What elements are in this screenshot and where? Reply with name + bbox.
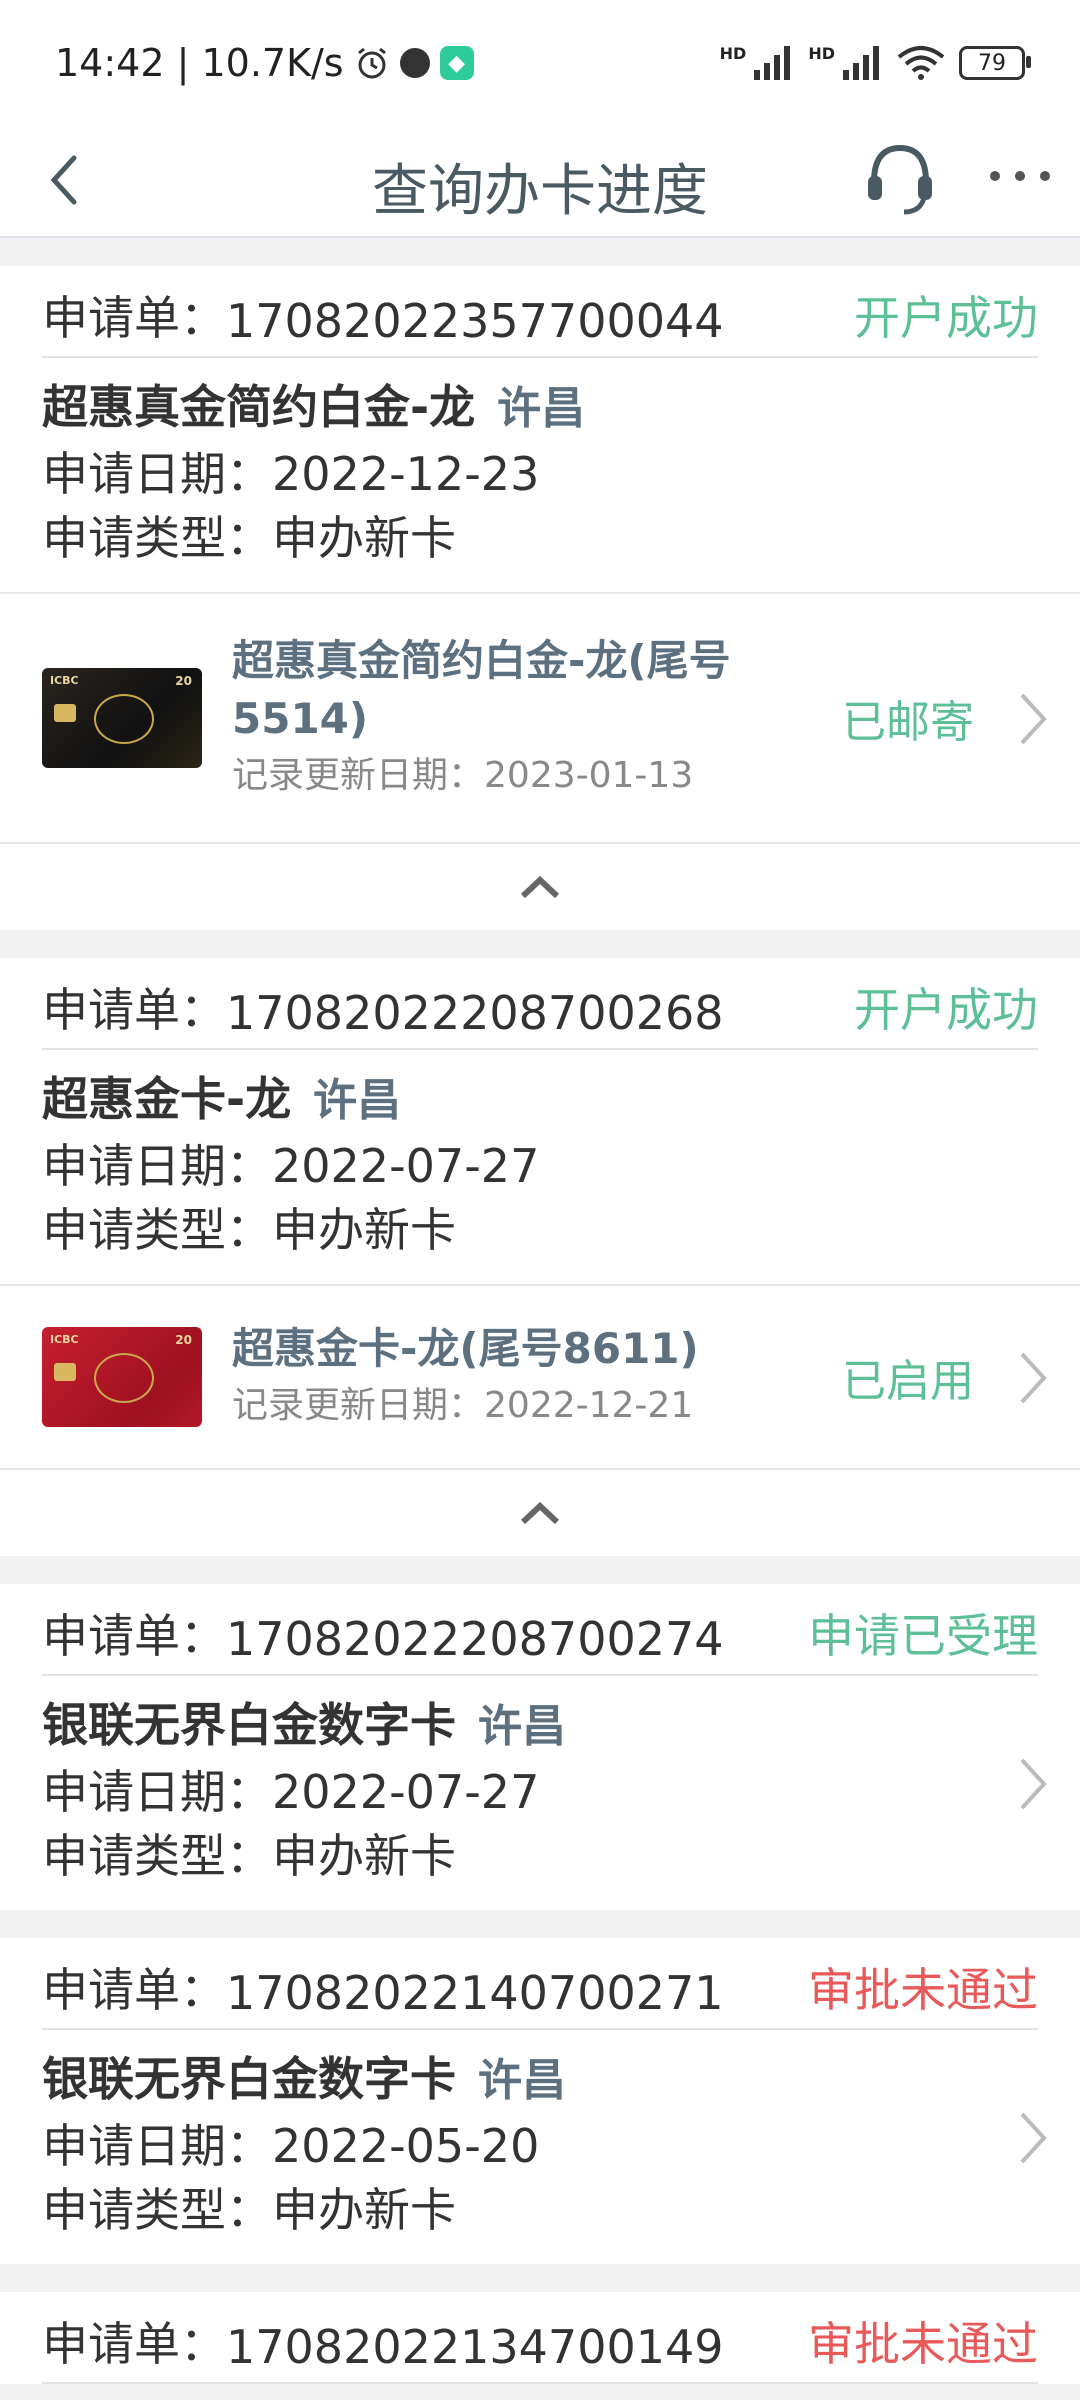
order-status: 开户成功 [854,983,1038,1037]
record-date: 2023-01-13 [484,755,694,796]
hd-label-2: HD [808,43,835,63]
order-label: 申请单： [42,2317,226,2371]
card-status: 已启用 [842,1356,974,1407]
order-number: 17082022357700044 [226,294,724,348]
date-label: 申请日期： [42,447,272,501]
date-label: 申请日期： [42,2119,272,2173]
wifi-icon [897,46,945,80]
collapse-toggle[interactable] [0,1468,1080,1556]
dot-icon [399,48,430,78]
card-title: 超惠金卡-龙(尾号8611) [232,1324,699,1373]
application-item: 申请单： 17082022208700268 开户成功 超惠金卡-龙 许昌 申请日… [0,958,1080,1556]
card-detail-row[interactable]: ICBC 20 超惠金卡-龙(尾号8611) 记录更新日期：2022-12-21 … [0,1284,1080,1468]
nav-bar: 查询办卡进度 [0,126,1080,238]
apply-date: 2022-05-20 [272,2119,540,2173]
type-label: 申请类型： [42,1203,272,1257]
card-image: ICBC 20 [42,668,202,768]
application-item[interactable]: 申请单： 17082022140700271 审批未通过 银联无界白金数字卡 许昌… [0,1938,1080,2264]
support-headset-icon[interactable] [858,136,942,220]
application-info: 超惠真金简约白金-龙 许昌 申请日期：2022-12-23 申请类型：申办新卡 [0,358,1080,592]
order-status: 审批未通过 [808,1963,1038,2017]
city: 许昌 [478,2055,566,2106]
application-item[interactable]: 申请单： 17082022134700149 审批未通过 [0,2292,1080,2384]
battery-icon: 79 [959,46,1031,80]
hd-label: HD [719,43,747,63]
order-status: 申请已受理 [808,1609,1038,1663]
date-label: 申请日期： [42,1139,272,1193]
apply-date: 2022-07-27 [272,1765,540,1819]
apply-type: 申办新卡 [272,2183,456,2237]
chevron-right-icon [1020,693,1047,745]
card-image: ICBC 20 [42,1327,202,1427]
application-item: 申请单： 17082022357700044 开户成功 超惠真金简约白金-龙 许昌… [0,266,1080,930]
apply-type: 申办新卡 [272,1203,456,1257]
order-label: 申请单： [42,291,226,345]
city: 许昌 [313,1075,402,1126]
city: 许昌 [478,1701,566,1752]
collapse-toggle[interactable] [0,842,1080,930]
card-name: 银联无界白金数字卡 [42,2052,456,2106]
order-label: 申请单： [42,983,226,1037]
battery-level: 79 [978,50,1006,76]
shield-icon: ◆ [439,46,474,80]
order-row: 申请单： 17082022208700274 申请已受理 [42,1584,1038,1676]
apply-type: 申办新卡 [272,1829,456,1883]
chevron-right-icon [1020,2112,1047,2164]
more-icon[interactable] [990,166,1050,186]
order-row: 申请单： 17082022140700271 审批未通过 [42,1938,1038,2030]
order-label: 申请单： [42,1963,226,2017]
order-status: 开户成功 [854,291,1038,345]
card-title: 超惠真金简约白金-龙(尾号5514) [232,636,731,743]
apply-date: 2022-07-27 [272,1139,540,1193]
type-label: 申请类型： [42,511,272,565]
city: 许昌 [497,383,586,434]
application-item[interactable]: 申请单： 17082022208700274 申请已受理 银联无界白金数字卡 许昌… [0,1584,1080,1910]
card-name: 超惠金卡-龙 [42,1072,292,1126]
type-label: 申请类型： [42,2183,272,2237]
signal-icon-2 [843,46,879,80]
card-name: 银联无界白金数字卡 [42,1698,456,1752]
order-number: 17082022208700274 [226,1612,724,1666]
card-status: 已邮寄 [842,697,974,748]
order-label: 申请单： [42,1609,226,1663]
application-list: 申请单： 17082022357700044 开户成功 超惠真金简约白金-龙 许昌… [0,238,1080,2384]
alarm-icon [357,47,386,79]
record-date-label: 记录更新日期： [232,1385,485,1426]
application-info: 银联无界白金数字卡 许昌 申请日期：2022-07-27 申请类型：申办新卡 [0,1676,1080,1910]
card-name: 超惠真金简约白金-龙 [42,380,476,434]
chevron-right-icon [1020,1758,1047,1810]
order-number: 17082022134700149 [226,2320,724,2374]
date-label: 申请日期： [42,1765,272,1819]
type-label: 申请类型： [42,1829,272,1883]
apply-type: 申办新卡 [272,511,456,565]
signal-icon [754,46,791,80]
order-row: 申请单： 17082022208700268 开户成功 [42,958,1038,1050]
chevron-up-icon [520,875,560,899]
record-date-label: 记录更新日期： [232,755,485,796]
order-status: 审批未通过 [808,2317,1038,2371]
apply-date: 2022-12-23 [272,447,540,501]
application-info: 银联无界白金数字卡 许昌 申请日期：2022-05-20 申请类型：申办新卡 [0,2030,1080,2264]
status-bar: 14:42 | 10.7K/s ◆ HD HD 79 [0,0,1080,126]
order-number: 17082022208700268 [226,986,724,1040]
record-date: 2022-12-21 [484,1385,694,1426]
time-speed: 14:42 | 10.7K/s [55,41,344,85]
chevron-right-icon [1020,1352,1047,1404]
application-info: 超惠金卡-龙 许昌 申请日期：2022-07-27 申请类型：申办新卡 [0,1050,1080,1284]
order-number: 17082022140700271 [226,1966,724,2020]
order-row: 申请单： 17082022357700044 开户成功 [42,266,1038,358]
card-detail-row[interactable]: ICBC 20 超惠真金简约白金-龙(尾号5514) 记录更新日期：2023-01… [0,592,1080,842]
chevron-up-icon [520,1501,560,1525]
order-row: 申请单： 17082022134700149 审批未通过 [42,2292,1038,2384]
